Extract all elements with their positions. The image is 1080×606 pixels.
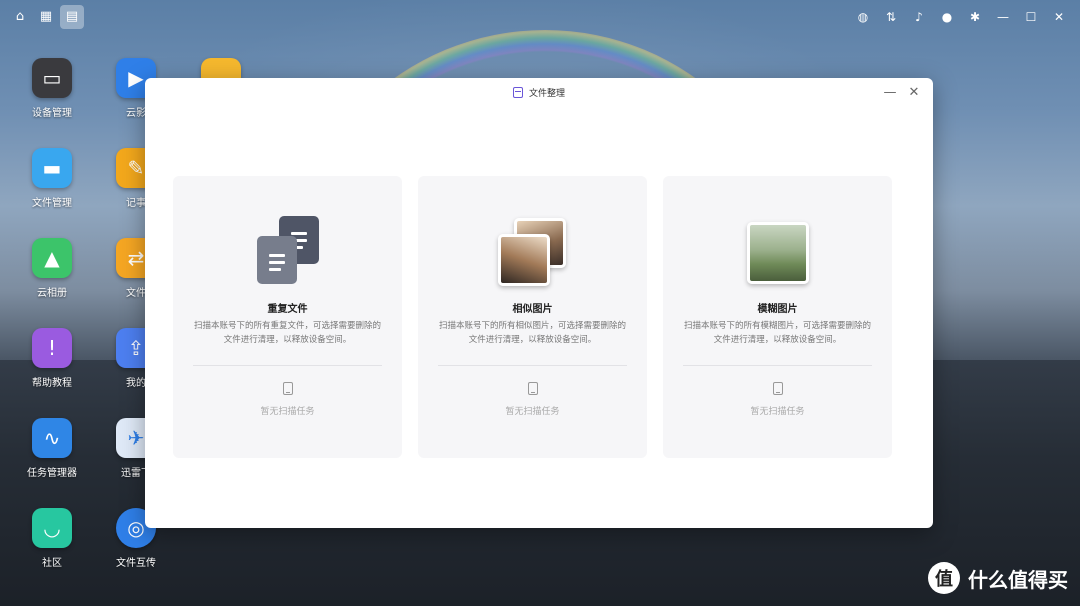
desktop-icon-label: 文件互传 [116, 558, 156, 569]
close-icon[interactable]: ✕ [905, 83, 923, 101]
card-description: 扫描本账号下的所有模糊图片，可选择需要删除的文件进行清理，以释放设备空间。 [683, 321, 871, 345]
desktop-icon-files[interactable]: ▬ 文件管理 [12, 148, 92, 209]
desktop-icon-help[interactable]: ! 帮助教程 [12, 328, 92, 389]
card-description: 扫描本账号下的所有相似图片，可选择需要删除的文件进行清理，以释放设备空间。 [438, 321, 626, 345]
bell-icon[interactable]: ♪ [908, 5, 930, 29]
feature-cards: 重复文件 扫描本账号下的所有重复文件，可选择需要删除的文件进行清理，以释放设备空… [173, 176, 892, 458]
apps-grid-icon[interactable]: ▦ [34, 5, 58, 29]
card-duplicate-files[interactable]: 重复文件 扫描本账号下的所有重复文件，可选择需要删除的文件进行清理，以释放设备空… [173, 176, 402, 458]
user-icon[interactable]: ● [936, 5, 958, 29]
task-manager-icon: ∿ [32, 418, 72, 458]
close-icon[interactable]: ✕ [1048, 5, 1070, 29]
device-icon: ▭ [32, 58, 72, 98]
file-organize-icon [512, 86, 523, 98]
divider [438, 365, 627, 366]
top-bar: ⌂ ▦ ▤ ◍ ⇅ ♪ ● ✱ — ☐ ✕ [0, 0, 1080, 33]
community-icon: ◡ [32, 508, 72, 548]
desktop-icon-device[interactable]: ▭ 设备管理 [12, 58, 92, 119]
sync-icon[interactable]: ⇅ [880, 5, 902, 29]
settings-icon[interactable]: ✱ [964, 5, 986, 29]
desktop-icon-label: 云相册 [37, 288, 67, 299]
photo-album-icon: ▲ [32, 238, 72, 278]
card-blurry-images[interactable]: 模糊图片 扫描本账号下的所有模糊图片，可选择需要删除的文件进行清理，以释放设备空… [663, 176, 892, 458]
empty-status: 暂无扫描任务 [260, 407, 315, 417]
desktop-icon-label: 帮助教程 [32, 378, 72, 389]
home-icon[interactable]: ⌂ [8, 5, 32, 29]
card-similar-images[interactable]: 相似图片 扫描本账号下的所有相似图片，可选择需要删除的文件进行清理，以释放设备空… [418, 176, 647, 458]
window-titlebar: 文件整理 — ✕ [145, 78, 933, 106]
device-icon [527, 382, 538, 395]
file-organize-window: 文件整理 — ✕ 重复文件 扫描本账号下的所有重复文件，可选择需要删除的文件进行… [145, 78, 933, 528]
minimize-icon[interactable]: — [992, 5, 1014, 29]
card-title: 重复文件 [267, 304, 308, 315]
blurry-images-icon [663, 216, 892, 288]
minimize-icon[interactable]: — [881, 83, 899, 101]
globe-icon[interactable]: ◍ [852, 5, 874, 29]
divider [683, 365, 872, 366]
device-icon [772, 382, 783, 395]
folder-icon: ▬ [32, 148, 72, 188]
card-title: 相似图片 [512, 304, 553, 315]
desktop-icon-label: 任务管理器 [27, 468, 77, 479]
empty-status: 暂无扫描任务 [750, 407, 805, 417]
duplicate-files-icon [173, 216, 402, 288]
divider [193, 365, 382, 366]
desktop-icon-label: 文件管理 [32, 198, 72, 209]
help-icon: ! [32, 328, 72, 368]
file-organize-icon[interactable]: ▤ [60, 4, 84, 29]
desktop-icon-label: 设备管理 [32, 108, 72, 119]
card-description: 扫描本账号下的所有重复文件，可选择需要删除的文件进行清理，以释放设备空间。 [193, 321, 381, 345]
watermark: 值 什么值得买 [928, 562, 1068, 594]
window-title: 文件整理 [528, 88, 565, 99]
similar-images-icon [418, 216, 647, 288]
desktop-icon-task-manager[interactable]: ∿ 任务管理器 [12, 418, 92, 479]
card-title: 模糊图片 [757, 304, 798, 315]
empty-status: 暂无扫描任务 [505, 407, 560, 417]
watermark-logo: 值 [928, 562, 960, 594]
watermark-text: 什么值得买 [968, 567, 1068, 592]
desktop-icon-label: 社区 [42, 558, 62, 569]
desktop-icon-community[interactable]: ◡ 社区 [12, 508, 92, 569]
device-icon [282, 382, 293, 395]
maximize-icon[interactable]: ☐ [1020, 5, 1042, 29]
desktop-icon-album[interactable]: ▲ 云相册 [12, 238, 92, 299]
